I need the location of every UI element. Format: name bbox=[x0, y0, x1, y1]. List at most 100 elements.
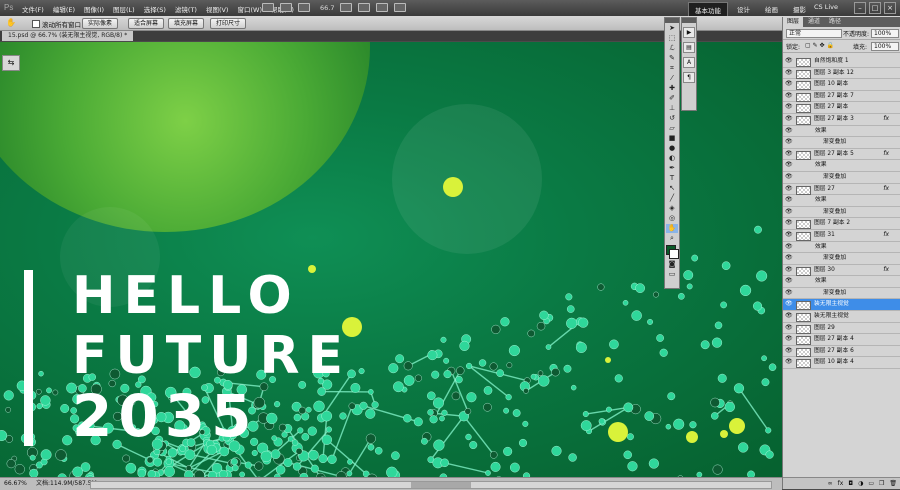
tools-panel-header[interactable] bbox=[665, 18, 679, 23]
print-size-button[interactable]: 打印尺寸 bbox=[210, 18, 246, 29]
background-color-swatch[interactable] bbox=[669, 249, 679, 259]
screen-mode-tool-icon[interactable]: ▭ bbox=[666, 270, 678, 279]
layer-row[interactable]: 👁图层 31fx bbox=[783, 230, 900, 242]
tab-channels[interactable]: 通道 bbox=[804, 17, 824, 27]
visibility-eye-icon[interactable]: 👁 bbox=[785, 172, 793, 183]
horizontal-scrollbar[interactable] bbox=[90, 481, 772, 489]
visibility-eye-icon[interactable]: 👁 bbox=[785, 114, 793, 125]
tab-layers[interactable]: 图层 bbox=[783, 17, 803, 27]
actions-panel-icon[interactable]: ¶ bbox=[683, 72, 695, 83]
arrange-documents-icon[interactable] bbox=[376, 3, 388, 12]
stamp-tool-icon[interactable]: ⊥ bbox=[666, 104, 678, 113]
layer-effect-row[interactable]: 👁渐变叠加 bbox=[783, 253, 900, 265]
eraser-tool-icon[interactable]: ▱ bbox=[666, 124, 678, 133]
layer-row[interactable]: 👁图层 27 副本 4 bbox=[783, 334, 900, 346]
checkbox-box[interactable] bbox=[32, 20, 40, 28]
mini-bridge-icon[interactable] bbox=[280, 3, 292, 12]
menu-view[interactable]: 视图(V) bbox=[206, 4, 229, 14]
shape-tool-icon[interactable]: ╱ bbox=[666, 194, 678, 203]
layer-fx-badge[interactable]: fx bbox=[883, 114, 889, 125]
panel-strip-header[interactable] bbox=[682, 18, 696, 23]
layer-row[interactable]: 👁图层 27 副本 bbox=[783, 102, 900, 114]
history-panel-icon[interactable]: ▶ bbox=[683, 27, 695, 38]
opacity-input[interactable]: 100% bbox=[871, 29, 899, 38]
blend-mode-select[interactable]: 正常 bbox=[786, 29, 842, 38]
visibility-eye-icon[interactable]: 👁 bbox=[785, 253, 793, 264]
rotate-view-icon[interactable] bbox=[358, 3, 370, 12]
path-select-tool-icon[interactable]: ↖ bbox=[666, 184, 678, 193]
adjustment-layer-icon[interactable]: ◑ bbox=[858, 478, 863, 489]
hand-icon[interactable]: ✋ bbox=[6, 18, 16, 27]
visibility-eye-icon[interactable]: 👁 bbox=[785, 276, 793, 287]
menu-file[interactable]: 文件(F) bbox=[22, 4, 44, 14]
visibility-eye-icon[interactable]: 👁 bbox=[785, 160, 793, 171]
dodge-tool-icon[interactable]: ◐ bbox=[666, 154, 678, 163]
visibility-eye-icon[interactable]: 👁 bbox=[785, 137, 793, 148]
menu-layer[interactable]: 图层(L) bbox=[113, 4, 135, 14]
lasso-tool-icon[interactable]: ℒ bbox=[666, 44, 678, 53]
menu-image[interactable]: 图像(I) bbox=[84, 4, 104, 14]
layer-row[interactable]: 👁图层 27 副本 6 bbox=[783, 346, 900, 358]
healing-tool-icon[interactable]: ✚ bbox=[666, 84, 678, 93]
pen-tool-icon[interactable]: ✒ bbox=[666, 164, 678, 173]
visibility-eye-icon[interactable]: 👁 bbox=[785, 79, 793, 90]
scroll-thumb[interactable] bbox=[411, 482, 471, 488]
layer-effect-row[interactable]: 👁渐变叠加 bbox=[783, 172, 900, 184]
hand-tool-icon[interactable]: ✋ bbox=[666, 224, 678, 233]
scroll-all-windows-checkbox[interactable]: 滚动所有窗口 bbox=[32, 19, 81, 29]
menu-filter[interactable]: 滤镜(T) bbox=[175, 4, 197, 14]
status-zoom[interactable]: 66.67% bbox=[4, 478, 27, 490]
menu-window[interactable]: 窗口(W) bbox=[237, 4, 262, 14]
visibility-eye-icon[interactable]: 👁 bbox=[785, 357, 793, 368]
document-tab[interactable]: 15.psd @ 66.7% (装无限主视觉, RGB/8) * bbox=[2, 31, 133, 41]
fill-input[interactable]: 100% bbox=[871, 42, 899, 51]
layer-row[interactable]: 👁图层 7 副本 2 bbox=[783, 218, 900, 230]
add-mask-icon[interactable]: ◘ bbox=[848, 478, 853, 489]
new-layer-icon[interactable]: ❐ bbox=[879, 478, 884, 489]
maximize-icon[interactable]: □ bbox=[869, 2, 881, 14]
zoom-level-dropdown[interactable]: 66.7 bbox=[320, 4, 334, 12]
layer-fx-badge[interactable]: fx bbox=[883, 184, 889, 195]
bridge-icon[interactable] bbox=[262, 3, 274, 12]
history-brush-icon[interactable]: ↺ bbox=[666, 114, 678, 123]
layer-row[interactable]: 👁装无限主视觉 bbox=[783, 299, 900, 311]
layer-effect-row[interactable]: 👁渐变叠加 bbox=[783, 207, 900, 219]
visibility-eye-icon[interactable]: 👁 bbox=[785, 242, 793, 253]
layer-row[interactable]: 👁装无限主视觉 bbox=[783, 311, 900, 323]
close-icon[interactable]: × bbox=[884, 2, 896, 14]
visibility-eye-icon[interactable]: 👁 bbox=[785, 102, 793, 113]
menu-edit[interactable]: 编辑(E) bbox=[53, 4, 75, 14]
crop-tool-icon[interactable]: ⌗ bbox=[666, 64, 678, 73]
layer-row[interactable]: 👁图层 27 副本 7 bbox=[783, 91, 900, 103]
visibility-eye-icon[interactable]: 👁 bbox=[785, 56, 793, 67]
extras-icon[interactable] bbox=[298, 3, 310, 12]
3d-rotate-tool-icon[interactable]: ◈ bbox=[666, 204, 678, 213]
visibility-eye-icon[interactable]: 👁 bbox=[785, 218, 793, 229]
visibility-eye-icon[interactable]: 👁 bbox=[785, 91, 793, 102]
navigator-panel-icon[interactable]: ▤ bbox=[683, 42, 695, 53]
visibility-eye-icon[interactable]: 👁 bbox=[785, 149, 793, 160]
type-tool-icon[interactable]: T bbox=[666, 174, 678, 183]
layer-fx-badge[interactable]: fx bbox=[883, 149, 889, 160]
layer-effect-row[interactable]: 👁效果 bbox=[783, 195, 900, 207]
gradient-tool-icon[interactable]: ■ bbox=[666, 134, 678, 143]
visibility-eye-icon[interactable]: 👁 bbox=[785, 323, 793, 334]
move-tool-icon[interactable]: ➤ bbox=[666, 24, 678, 33]
visibility-eye-icon[interactable]: 👁 bbox=[785, 334, 793, 345]
lock-icons[interactable]: ▢ ✎ ✥ 🔒 bbox=[805, 42, 834, 49]
status-doc-size[interactable]: 文档:114.9M/587.5M bbox=[36, 478, 97, 490]
hand-tool-icon[interactable] bbox=[340, 3, 352, 12]
new-group-icon[interactable]: ▭ bbox=[868, 478, 874, 489]
visibility-eye-icon[interactable]: 👁 bbox=[785, 184, 793, 195]
layer-row[interactable]: 👁图层 27 副本 5fx bbox=[783, 149, 900, 161]
layer-row[interactable]: 👁图层 29 bbox=[783, 323, 900, 335]
visibility-eye-icon[interactable]: 👁 bbox=[785, 265, 793, 276]
layer-row[interactable]: 👁图层 30fx bbox=[783, 265, 900, 277]
layer-row[interactable]: 👁图层 10 副本 4 bbox=[783, 357, 900, 369]
layer-effect-row[interactable]: 👁效果 bbox=[783, 276, 900, 288]
screen-mode-icon[interactable] bbox=[394, 3, 406, 12]
fit-screen-button[interactable]: 适合屏幕 bbox=[128, 18, 164, 29]
fill-screen-button[interactable]: 填充屏幕 bbox=[168, 18, 204, 29]
layer-fx-badge[interactable]: fx bbox=[883, 230, 889, 241]
layer-effect-row[interactable]: 👁效果 bbox=[783, 126, 900, 138]
